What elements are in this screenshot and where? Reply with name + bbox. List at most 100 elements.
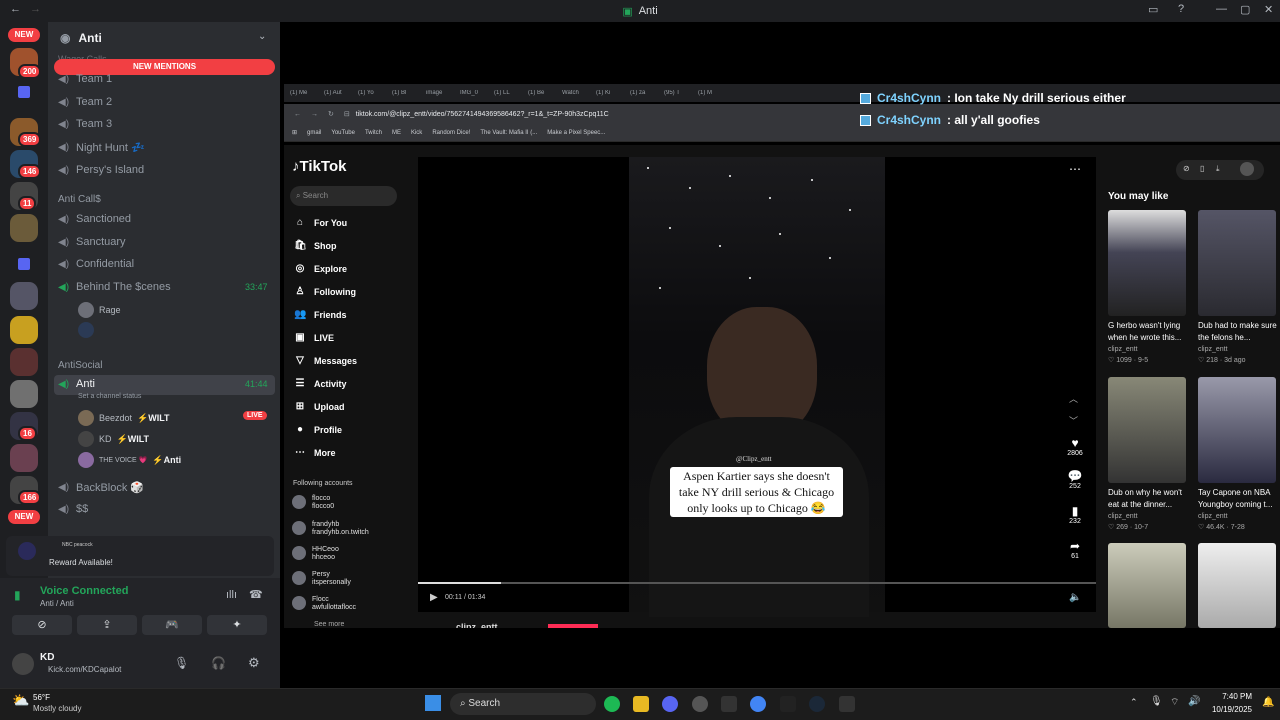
follow-button[interactable]: [548, 624, 598, 628]
mic-tray-icon[interactable]: 🎙: [1150, 696, 1163, 707]
chevron-down-icon[interactable]: ⌄: [258, 31, 266, 42]
bookmark[interactable]: Random Dice!: [432, 130, 470, 136]
forward-icon[interactable]: →: [311, 111, 318, 118]
browser-tab[interactable]: (1) Be: [522, 90, 556, 96]
coin-icon[interactable]: ⊘: [1183, 164, 1190, 173]
play-icon[interactable]: ▶: [430, 592, 438, 603]
voice-channel[interactable]: ◀) BackBlock 🎲: [58, 481, 144, 494]
profile-avatar[interactable]: [1240, 162, 1254, 176]
bookmark[interactable]: The Vault: Mafia II (...: [480, 130, 537, 136]
nav-messages[interactable]: ▽ Messages: [294, 355, 357, 366]
progress-track[interactable]: [418, 582, 1096, 584]
voice-user[interactable]: Beezdot ⚡WILT: [78, 410, 170, 426]
app-icon[interactable]: [692, 696, 708, 712]
rec-title[interactable]: Dub had to make sure the felons he...: [1198, 320, 1280, 344]
browser-tab[interactable]: (1) Ki: [590, 90, 624, 96]
reload-icon[interactable]: ↻: [328, 110, 334, 118]
chevron-down-icon[interactable]: ﹀: [1069, 414, 1078, 427]
tray-chevron-icon[interactable]: ⌃: [1130, 697, 1138, 708]
voice-channel[interactable]: ◀) Persy's Island: [58, 164, 144, 176]
rec-title[interactable]: Dub on why he won't eat at the dinner...: [1108, 487, 1190, 511]
voice-channel[interactable]: ◀) Team 3: [58, 118, 112, 130]
tiktok-logo[interactable]: ♪TikTok: [292, 158, 346, 175]
voice-channel[interactable]: ◀) Confidential: [58, 258, 134, 270]
server-icon[interactable]: [10, 316, 38, 344]
voice-channel-behind[interactable]: ◀) Behind The $cenes: [58, 281, 171, 293]
folder-icon[interactable]: [18, 258, 30, 270]
voice-channel[interactable]: ◀) Sanctuary: [58, 236, 126, 248]
voice-user[interactable]: THE VOICE 💗 ⚡Anti: [78, 452, 181, 468]
screen-share-button[interactable]: ⇪: [77, 615, 137, 635]
folder-icon[interactable]: [18, 86, 30, 98]
search-input[interactable]: ⌕ Search: [290, 186, 397, 206]
nav-friends[interactable]: 👥 Friends: [294, 309, 347, 320]
bookmark[interactable]: Twitch: [365, 130, 382, 136]
activities-button[interactable]: 🎮: [142, 615, 202, 635]
new-unread-pill[interactable]: NEW: [8, 28, 40, 42]
weather-icon[interactable]: ⛅: [12, 692, 29, 709]
noise-suppression-icon[interactable]: ıllı: [226, 589, 237, 601]
nav-profile[interactable]: ● Profile: [294, 424, 342, 435]
following-account[interactable]: flocco flocco0: [292, 495, 334, 511]
browser-tab[interactable]: (1) LL: [488, 90, 522, 96]
voice-channel-anti[interactable]: ◀) Anti: [58, 378, 95, 390]
bookmark[interactable]: gmail: [307, 130, 321, 136]
windows-start-icon[interactable]: [425, 695, 441, 711]
rec-title[interactable]: Tay Capone on NBA Youngboy coming t...: [1198, 487, 1280, 511]
following-account[interactable]: HHCeoo hhceoo: [292, 546, 339, 562]
chrome-icon[interactable]: [750, 696, 766, 712]
device-icon[interactable]: ▯: [1200, 164, 1204, 173]
recommended-video-thumb[interactable]: [1108, 377, 1186, 483]
server-icon[interactable]: [10, 348, 38, 376]
bookmark[interactable]: ME: [392, 130, 401, 136]
voice-location[interactable]: Anti / Anti: [40, 599, 74, 608]
following-account[interactable]: Persy itspersonally: [292, 571, 351, 587]
server-icon[interactable]: [10, 282, 38, 310]
more-options-icon[interactable]: ⋯: [1069, 162, 1081, 176]
minimize-button[interactable]: —: [1216, 3, 1227, 15]
volume-icon[interactable]: 🔈: [1069, 592, 1081, 603]
browser-tab[interactable]: (1) Me: [284, 90, 318, 96]
bookmark[interactable]: Make a Pixel Speec...: [547, 130, 605, 136]
browser-tab[interactable]: (1) Aut: [318, 90, 352, 96]
nav-more[interactable]: ⋯ More: [294, 447, 336, 458]
microphone-icon[interactable]: 🎙: [174, 656, 189, 670]
spotify-icon[interactable]: [604, 696, 620, 712]
voice-user[interactable]: KD ⚡WILT: [78, 431, 149, 447]
voice-channel[interactable]: ◀) Team 1: [58, 73, 112, 85]
server-icon[interactable]: [10, 380, 38, 408]
rec-author[interactable]: clipz_entt: [1198, 346, 1228, 353]
following-account[interactable]: frandyhb frandyhb.on.twitch: [292, 521, 369, 537]
server-icon[interactable]: [10, 214, 38, 242]
close-button[interactable]: ✕: [1264, 3, 1273, 16]
browser-tab[interactable]: (1) Yo: [352, 90, 386, 96]
download-icon[interactable]: ⤓: [1216, 164, 1220, 174]
rec-title[interactable]: G herbo wasn't lying when he wrote this.…: [1108, 320, 1190, 344]
voice-channel[interactable]: ◀) Night Hunt 💤: [58, 141, 145, 154]
browser-tab[interactable]: (1) M: [692, 90, 726, 96]
browser-tab[interactable]: Watch: [556, 90, 590, 96]
nav-activity[interactable]: ☰ Activity: [294, 378, 347, 389]
browser-tab[interactable]: (1) za: [624, 90, 658, 96]
site-info-icon[interactable]: ⊟: [344, 110, 350, 118]
back-icon[interactable]: ←: [294, 111, 301, 118]
recommended-video-thumb[interactable]: [1198, 543, 1276, 628]
back-arrow-icon[interactable]: ←: [10, 3, 21, 15]
clock-time[interactable]: 7:40 PM: [1208, 692, 1252, 701]
recommended-video-thumb[interactable]: [1198, 377, 1276, 483]
voice-user[interactable]: [78, 322, 94, 338]
epic-games-icon[interactable]: [839, 696, 855, 712]
notification-bell-icon[interactable]: 🔔: [1262, 697, 1274, 708]
reward-card[interactable]: [6, 536, 274, 576]
rec-author[interactable]: clipz_entt: [1198, 513, 1228, 520]
volume-tray-icon[interactable]: 🔊: [1188, 696, 1200, 707]
voice-channel[interactable]: ◀) $$: [58, 503, 88, 515]
nav-explore[interactable]: ◎ Explore: [294, 263, 347, 274]
category-antisocial[interactable]: AntiSocial: [58, 360, 102, 371]
file-explorer-icon[interactable]: [633, 696, 649, 712]
video-author[interactable]: clipz_entt: [456, 622, 498, 628]
nav-upload[interactable]: ⊞ Upload: [294, 401, 345, 412]
maximize-button[interactable]: ▢: [1240, 3, 1250, 16]
see-more-link[interactable]: See more: [314, 621, 344, 628]
voice-channel[interactable]: ◀) Team 2: [58, 96, 112, 108]
